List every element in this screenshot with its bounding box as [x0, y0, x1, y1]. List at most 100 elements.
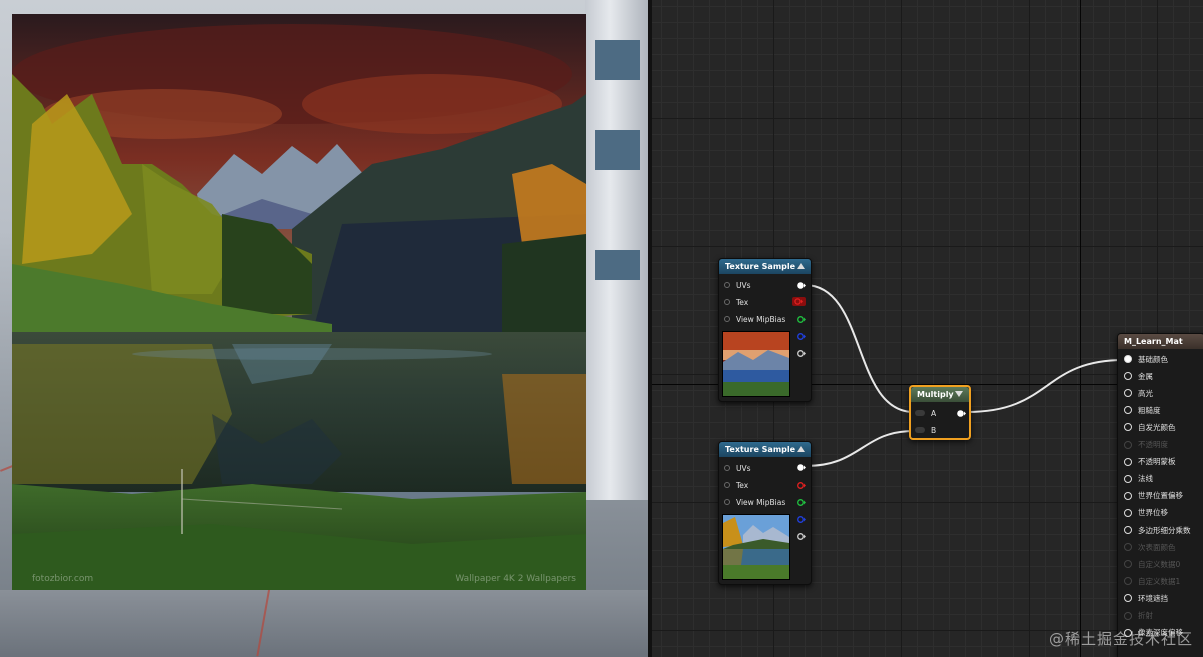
input-pin-icon[interactable]: [1124, 457, 1132, 466]
input-pin-icon[interactable]: [724, 499, 730, 505]
pin-label: 自定义数据0: [1138, 559, 1181, 569]
input-pin-icon[interactable]: [915, 427, 925, 433]
pin-b[interactable]: B: [915, 424, 936, 436]
pin-label: 多边形细分乘数: [1138, 525, 1191, 535]
pin-uvs[interactable]: UVs: [724, 279, 751, 291]
output-rgb-pin-icon[interactable]: [797, 463, 806, 472]
input-pin-icon[interactable]: [1124, 423, 1132, 432]
input-pin-icon[interactable]: [724, 316, 730, 322]
output-b-pin-icon[interactable]: [797, 515, 806, 524]
pin-label: UVs: [736, 280, 751, 290]
material-input-pin[interactable]: 粗糙度: [1124, 404, 1161, 416]
input-pin-icon[interactable]: [1124, 389, 1132, 398]
material-input-pin[interactable]: 不透明度: [1124, 439, 1168, 451]
output-a-pin-icon[interactable]: [797, 532, 806, 541]
pin-label: 法线: [1138, 474, 1153, 484]
input-pin-icon[interactable]: [1124, 594, 1132, 603]
pin-label: 折射: [1138, 611, 1153, 620]
node-header[interactable]: M_Learn_Mat: [1118, 334, 1203, 349]
input-pin-icon[interactable]: [1124, 440, 1132, 449]
output-b-pin-icon[interactable]: [797, 332, 806, 341]
pin-label: UVs: [736, 463, 751, 473]
pin-label: 不透明度: [1138, 440, 1168, 449]
pin-label: 世界位置偏移: [1138, 491, 1183, 501]
node-header[interactable]: Texture Sample: [719, 442, 811, 457]
material-input-pin[interactable]: 次表面颜色: [1124, 541, 1176, 553]
output-g-pin-icon[interactable]: [797, 498, 806, 507]
input-pin-icon[interactable]: [1124, 406, 1132, 415]
material-input-pin[interactable]: 不透明蒙板: [1124, 456, 1176, 468]
input-pin-icon[interactable]: [915, 410, 925, 416]
input-pin-icon[interactable]: [724, 482, 730, 488]
output-r-pin-icon[interactable]: [792, 297, 806, 306]
material-input-pin[interactable]: 多边形细分乘数: [1124, 524, 1191, 536]
wire-texture2-to-multiply-b: [804, 430, 915, 467]
pin-label: 高光: [1138, 388, 1153, 398]
background-building: [585, 0, 648, 500]
material-input-pin[interactable]: 世界位移: [1124, 507, 1168, 519]
node-header[interactable]: Multiply: [911, 387, 969, 402]
pin-label: Tex: [736, 297, 749, 307]
material-input-pin[interactable]: 基础颜色: [1124, 353, 1168, 365]
output-a-pin-icon[interactable]: [797, 349, 806, 358]
node-title: Texture Sample: [725, 262, 796, 271]
material-input-pin[interactable]: 金属: [1124, 370, 1153, 382]
input-pin-icon[interactable]: [724, 299, 730, 305]
input-pin-icon[interactable]: [1124, 577, 1132, 586]
output-r-pin-icon[interactable]: [797, 481, 806, 490]
image-watermark-right: Wallpaper 4K 2 Wallpapers: [455, 574, 576, 584]
pin-label: 次表面颜色: [1138, 542, 1176, 552]
collapse-arrow-icon[interactable]: [797, 446, 805, 452]
material-graph-editor[interactable]: Texture Sample UVs Tex View MipBias Text…: [648, 0, 1203, 657]
output-rgb-pin-icon[interactable]: [797, 281, 806, 290]
material-preview-viewport[interactable]: fotozbior.com Wallpaper 4K 2 Wallpapers: [0, 0, 648, 657]
input-pin-icon[interactable]: [724, 465, 730, 471]
material-input-pin[interactable]: 高光: [1124, 387, 1153, 399]
input-pin-icon[interactable]: [1124, 560, 1132, 569]
input-pin-icon[interactable]: [1124, 508, 1132, 517]
pin-view-mipbias[interactable]: View MipBias: [724, 313, 785, 325]
input-pin-icon[interactable]: [1124, 474, 1132, 483]
material-input-pin[interactable]: 法线: [1124, 473, 1153, 485]
pin-view-mipbias[interactable]: View MipBias: [724, 496, 785, 508]
input-pin-icon[interactable]: [1124, 526, 1132, 534]
texture-sample-node-2[interactable]: Texture Sample UVs Tex View MipBias: [718, 441, 812, 585]
collapse-arrow-icon[interactable]: [955, 391, 963, 397]
material-input-pin[interactable]: 自发光颜色: [1124, 421, 1176, 433]
preview-plane-mesh[interactable]: fotozbior.com Wallpaper 4K 2 Wallpapers: [12, 14, 586, 590]
pin-uvs[interactable]: UVs: [724, 462, 751, 474]
node-title: M_Learn_Mat: [1124, 337, 1183, 346]
material-input-pin[interactable]: 世界位置偏移: [1124, 490, 1183, 502]
multiply-node[interactable]: Multiply A B: [909, 385, 971, 440]
input-pin-icon[interactable]: [724, 282, 730, 288]
input-pin-icon[interactable]: [1124, 611, 1132, 620]
sunset-mountain-lake-thumbnail: [722, 331, 790, 397]
output-pin-icon[interactable]: [957, 409, 966, 418]
material-input-pin[interactable]: 折射: [1124, 610, 1153, 622]
autumn-lake-thumbnail: [722, 514, 790, 580]
input-pin-icon[interactable]: [1124, 372, 1132, 381]
wire-texture1-to-multiply-a: [804, 284, 915, 413]
node-header[interactable]: Texture Sample: [719, 259, 811, 274]
node-title: Texture Sample: [725, 445, 796, 454]
pin-tex[interactable]: Tex: [724, 479, 748, 491]
pin-tex[interactable]: Tex: [724, 296, 748, 308]
pin-label: View MipBias: [736, 497, 786, 507]
material-result-node[interactable]: M_Learn_Mat 基础颜色金属高光粗糙度自发光颜色不透明度不透明蒙板法线世…: [1117, 333, 1203, 657]
output-g-pin-icon[interactable]: [797, 315, 806, 324]
pin-label: Tex: [736, 480, 749, 490]
collapse-arrow-icon[interactable]: [797, 263, 805, 269]
material-input-pin[interactable]: 自定义数据1: [1124, 575, 1180, 587]
material-input-pin[interactable]: 自定义数据0: [1124, 558, 1180, 570]
pin-a[interactable]: A: [915, 407, 936, 419]
wire-multiply-to-basecolor: [966, 359, 1125, 413]
texture-sample-node-1[interactable]: Texture Sample UVs Tex View MipBias: [718, 258, 812, 402]
input-pin-icon[interactable]: [1124, 355, 1132, 363]
image-watermark-left: fotozbior.com: [32, 574, 94, 584]
material-input-pin[interactable]: 环境遮挡: [1124, 592, 1168, 604]
site-watermark: @稀土掘金技术社区: [1048, 630, 1193, 648]
pin-label: 基础颜色: [1138, 354, 1168, 364]
input-pin-icon[interactable]: [1124, 543, 1132, 552]
pin-label: B: [931, 425, 937, 435]
input-pin-icon[interactable]: [1124, 491, 1132, 500]
